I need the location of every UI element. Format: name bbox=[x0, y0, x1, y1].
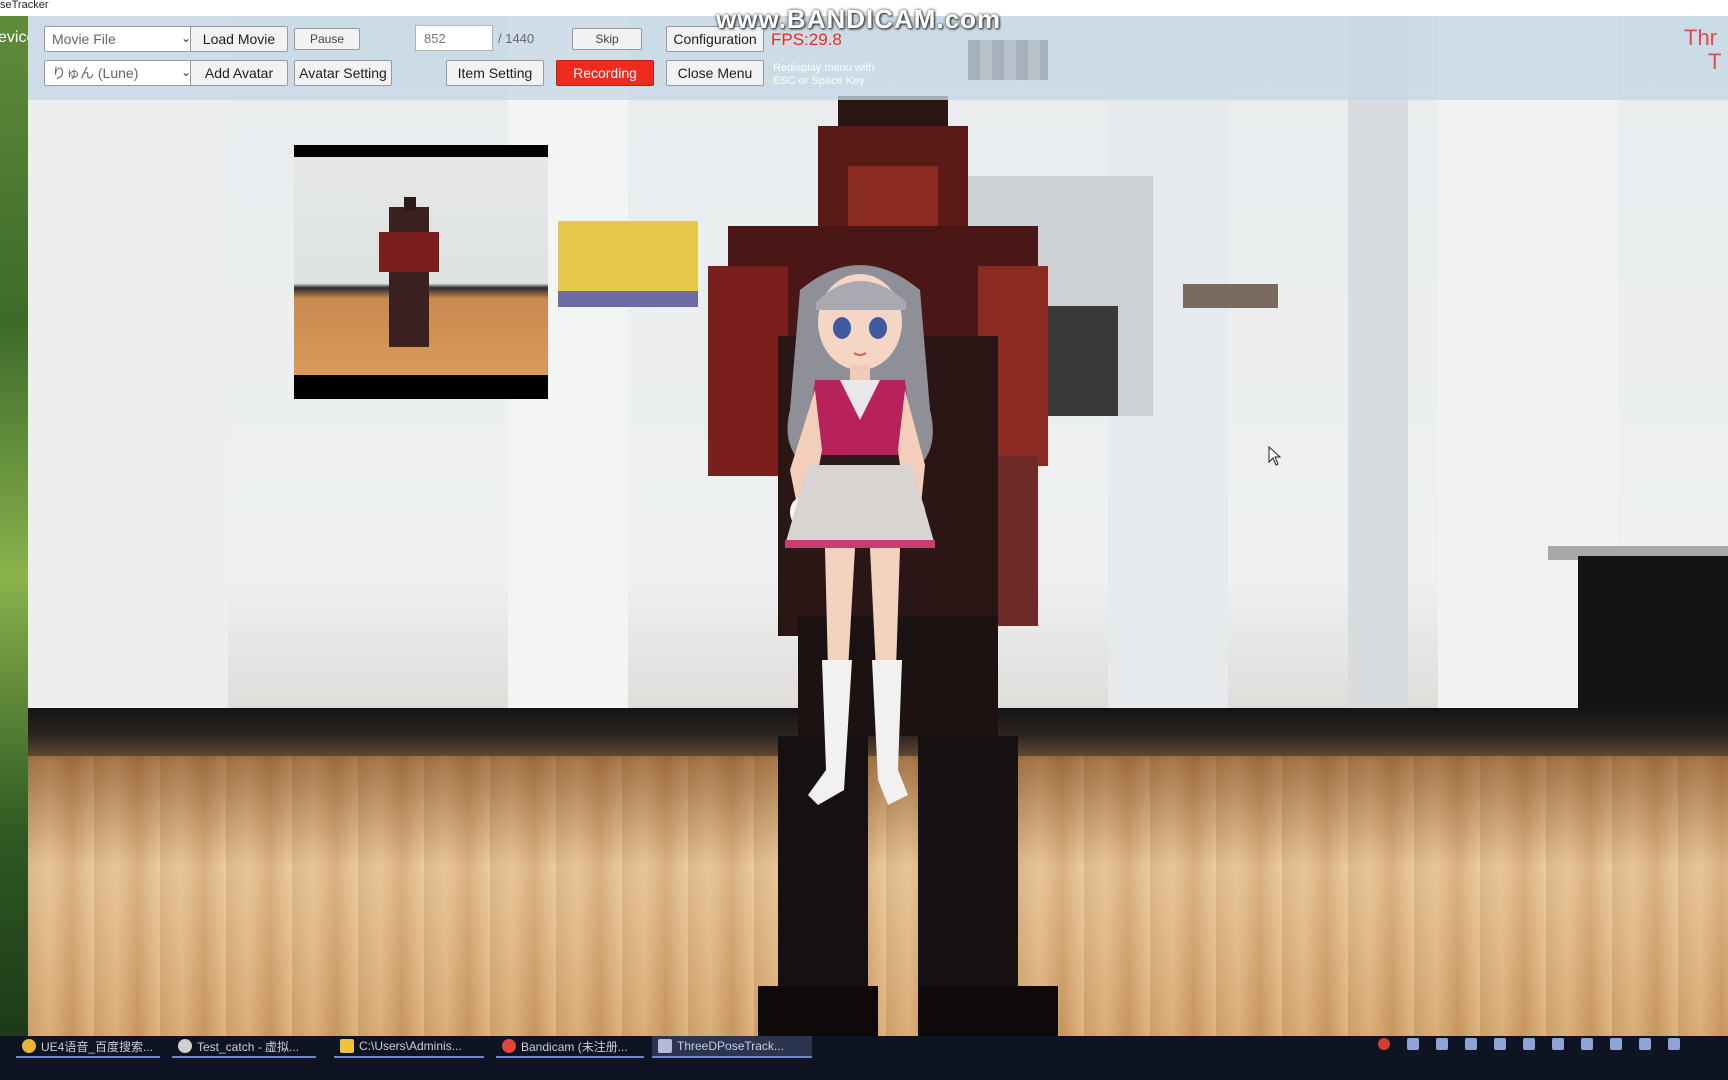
desktop-background-strip bbox=[0, 16, 28, 1036]
tray-network-icon[interactable] bbox=[1610, 1038, 1622, 1050]
tray-app-icon[interactable] bbox=[1581, 1038, 1593, 1050]
taskbar-item-label: UE4语音_百度搜索... bbox=[41, 1039, 154, 1054]
app-icon bbox=[178, 1039, 192, 1053]
menu-hint-line: ESC or Space Key bbox=[773, 75, 865, 87]
mouse-cursor-icon bbox=[1268, 446, 1282, 466]
taskbar-item-label: Test_catch - 虚拟... bbox=[197, 1039, 300, 1054]
taskbar-item-label: C:\Users\Adminis... bbox=[359, 1039, 462, 1053]
tray-app-icon[interactable] bbox=[1436, 1038, 1448, 1050]
avatar-setting-button[interactable]: Avatar Setting bbox=[294, 60, 392, 86]
tray-app-icon[interactable] bbox=[1465, 1038, 1477, 1050]
taskbar-item-test-catch[interactable]: Test_catch - 虚拟... bbox=[172, 1036, 316, 1058]
recording-button[interactable]: Recording bbox=[556, 60, 654, 86]
tray-app-icon[interactable] bbox=[1523, 1038, 1535, 1050]
censor-mosaic bbox=[968, 40, 1048, 80]
wall-sign bbox=[1183, 284, 1278, 308]
system-tray bbox=[1378, 1038, 1680, 1050]
wall-board-base bbox=[558, 291, 698, 307]
record-icon bbox=[502, 1039, 516, 1053]
tray-app-icon[interactable] bbox=[1407, 1038, 1419, 1050]
app-icon bbox=[658, 1039, 672, 1053]
taskbar-item-bandicam[interactable]: Bandicam (未注册... bbox=[496, 1036, 644, 1058]
taskbar-item-threedposetracker[interactable]: ThreeDPoseTrack... bbox=[652, 1036, 812, 1058]
tray-keyboard-icon[interactable] bbox=[1668, 1038, 1680, 1050]
tray-record-icon[interactable] bbox=[1378, 1038, 1390, 1050]
skip-button[interactable]: Skip bbox=[572, 28, 642, 50]
taskbar-item-label: ThreeDPoseTrack... bbox=[677, 1039, 784, 1053]
frame-input[interactable]: 852 bbox=[415, 25, 493, 51]
taskbar-item-browser[interactable]: UE4语音_百度搜索... bbox=[16, 1036, 160, 1058]
frame-total: / 1440 bbox=[498, 31, 535, 46]
scene-viewport[interactable] bbox=[28, 16, 1728, 1036]
close-menu-button[interactable]: Close Menu bbox=[666, 60, 764, 86]
tray-shield-icon[interactable] bbox=[1552, 1038, 1564, 1050]
menu-hint-line: Redisplay menu with bbox=[773, 62, 875, 74]
recorder-watermark: www.BANDICAM.com bbox=[716, 4, 1002, 34]
avatar-select-value: りゅん (Lune) bbox=[52, 65, 139, 81]
window-title: seTracker bbox=[0, 0, 49, 11]
add-avatar-button[interactable]: Add Avatar bbox=[190, 60, 288, 86]
tray-volume-icon[interactable] bbox=[1639, 1038, 1651, 1050]
tray-flag-icon[interactable] bbox=[1494, 1038, 1506, 1050]
app-label-line: T bbox=[1708, 49, 1722, 74]
app-label-line: Thr bbox=[1684, 25, 1717, 50]
anime-avatar bbox=[785, 265, 935, 805]
wall-panel bbox=[28, 16, 228, 716]
source-select[interactable]: Movie File ⌄ bbox=[44, 26, 200, 52]
menu-hint: Redisplay menu with ESC or Space Key bbox=[773, 62, 875, 88]
taskbar-item-label: Bandicam (未注册... bbox=[521, 1039, 628, 1054]
source-select-value: Movie File bbox=[52, 31, 116, 47]
os-taskbar: UE4语音_百度搜索... Test_catch - 虚拟... C:\User… bbox=[0, 1036, 1728, 1080]
video-preview-frame bbox=[294, 157, 548, 375]
app-label-right: Thr T bbox=[1684, 26, 1721, 74]
avatar-select[interactable]: りゅん (Lune) ⌄ bbox=[44, 60, 200, 86]
wall-board bbox=[558, 221, 698, 291]
video-preview bbox=[294, 145, 548, 399]
wall-pillar bbox=[1348, 16, 1408, 716]
item-setting-button[interactable]: Item Setting bbox=[446, 60, 544, 86]
folder-icon bbox=[340, 1039, 354, 1053]
browser-icon bbox=[22, 1039, 36, 1053]
taskbar-item-explorer[interactable]: C:\Users\Adminis... bbox=[334, 1036, 484, 1058]
pause-button[interactable]: Pause bbox=[294, 28, 360, 50]
load-movie-button[interactable]: Load Movie bbox=[190, 26, 288, 52]
